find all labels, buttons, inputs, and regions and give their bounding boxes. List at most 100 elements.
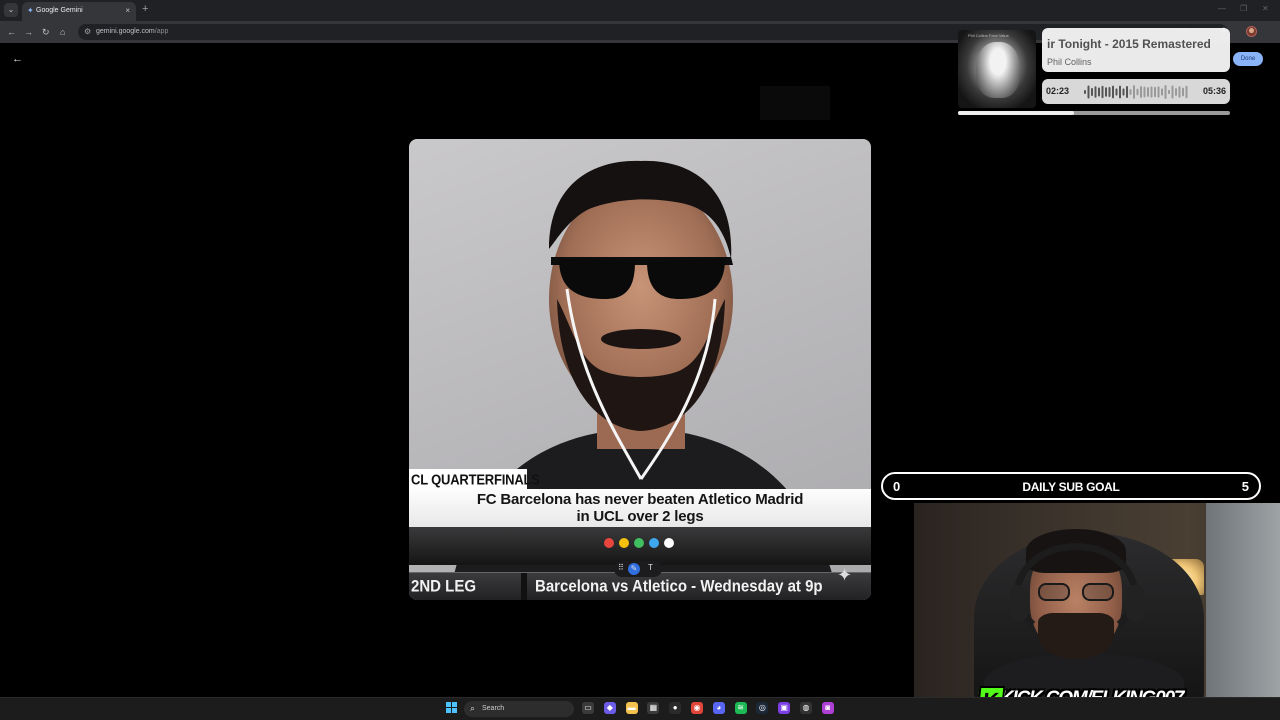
taskbar-chrome-icon[interactable]: ◉ xyxy=(691,702,703,714)
waveform-bar xyxy=(1098,87,1100,97)
waveform-bar xyxy=(1084,90,1086,94)
sparkle-icon: ✦ xyxy=(837,565,853,585)
taskbar-obs-icon[interactable]: ◍ xyxy=(800,702,812,714)
waveform-bar xyxy=(1115,88,1118,96)
waveform-bar xyxy=(1101,85,1104,99)
forward-icon[interactable]: → xyxy=(24,26,33,38)
taskbar-discord-icon[interactable]: ◕ xyxy=(712,702,725,714)
waveform-bar xyxy=(1136,88,1139,96)
reload-icon[interactable]: ↻ xyxy=(42,26,50,38)
gemini-icon: ✦ xyxy=(27,6,34,15)
url-path: /app xyxy=(154,28,169,35)
color-blue-swatch[interactable] xyxy=(649,538,659,548)
waveform-bar xyxy=(1108,87,1111,97)
annotation-tools: ⠿ ✎ T xyxy=(614,561,662,577)
taskbar-pin-app-icon[interactable]: ● xyxy=(669,702,682,714)
daily-sub-goal-bar: DAILY SUB GOAL 0 5 xyxy=(881,472,1261,500)
color-green-swatch[interactable] xyxy=(634,538,644,548)
taskbar-store-icon[interactable]: ▦ xyxy=(647,702,660,714)
color-white-swatch[interactable] xyxy=(664,538,674,548)
taskbar-spotify-icon[interactable]: ≋ xyxy=(734,702,747,714)
color-red-swatch[interactable] xyxy=(604,538,614,548)
minimize-icon[interactable]: — xyxy=(1218,4,1226,13)
elapsed-time: 02:23 xyxy=(1046,86,1070,96)
waveform-bar xyxy=(1140,85,1142,99)
waveform-bar xyxy=(1175,88,1177,96)
waveform-bar xyxy=(1178,86,1181,98)
waveform-bar xyxy=(1087,85,1090,99)
generated-image[interactable]: CL QUARTERFINALS FC Barcelona has never … xyxy=(409,139,871,600)
taskbar-file-explorer-icon[interactable]: ▬ xyxy=(625,702,638,714)
waveform-bar xyxy=(1119,85,1121,99)
waveform-bar xyxy=(1182,87,1184,97)
home-icon[interactable]: ⌂ xyxy=(60,26,65,38)
grip-icon[interactable]: ⠿ xyxy=(618,563,624,572)
pen-tool-icon[interactable]: ✎ xyxy=(628,563,640,575)
waveform-bar xyxy=(1133,85,1135,99)
dimmed-thumbnail xyxy=(760,86,830,120)
taskbar-app-magenta-icon[interactable]: ◙ xyxy=(821,702,834,714)
new-tab-button[interactable]: + xyxy=(142,3,148,15)
waveform-bar xyxy=(1154,86,1156,98)
album-caption: Phil Collins Face Value xyxy=(968,33,1009,38)
search-placeholder: Search xyxy=(482,705,505,712)
headline-text: FC Barcelona has never beaten Atletico M… xyxy=(409,491,871,525)
tab-strip: ⌄ ✦ Google Gemini × + — ❐ ✕ xyxy=(0,0,1280,21)
ticker-leg-label: 2ND LEG xyxy=(411,577,477,596)
waveform-bar xyxy=(1147,87,1149,97)
ticker-divider xyxy=(521,573,527,600)
taskbar-steam-icon[interactable]: ◎ xyxy=(756,702,769,714)
sub-goal-target: 5 xyxy=(1241,479,1249,494)
waveform-bar xyxy=(1094,86,1097,98)
taskbar-search[interactable]: ⌕ Search xyxy=(464,701,574,717)
webcam-window xyxy=(1206,503,1280,700)
url-text: gemini.google.com/app xyxy=(96,28,168,35)
headline-line-2: in UCL over 2 legs xyxy=(576,508,704,525)
start-button-icon[interactable] xyxy=(446,702,458,714)
waveform-bar xyxy=(1105,87,1107,97)
waveform-bar xyxy=(1185,85,1188,99)
start-tile-2 xyxy=(452,702,457,707)
color-yellow-swatch[interactable] xyxy=(619,538,629,548)
playback-progress: 02:23 05:36 xyxy=(1042,79,1230,104)
waveform-bar xyxy=(1129,89,1132,95)
waveform-icon xyxy=(1084,85,1188,99)
site-info-icon[interactable]: ⚙ xyxy=(84,27,91,36)
waveform-bar xyxy=(1091,87,1093,97)
track-info: ir Tonight - 2015 Remastered Phil Collin… xyxy=(1042,28,1230,72)
waveform-bar xyxy=(1161,88,1163,96)
headset-ear-left xyxy=(1010,585,1028,621)
taskbar-app-purple-icon[interactable]: ▣ xyxy=(778,702,791,714)
annotation-toolbar: ⠿ ✎ T xyxy=(592,533,688,579)
track-title: ir Tonight - 2015 Remastered xyxy=(1047,37,1211,51)
taskbar-copilot-icon[interactable]: ◆ xyxy=(603,702,616,714)
headset-ear-right xyxy=(1126,585,1144,621)
done-button[interactable]: Done xyxy=(1233,52,1263,66)
maximize-icon[interactable]: ❐ xyxy=(1240,4,1247,13)
waveform-bar xyxy=(1164,85,1167,99)
waveform-bar xyxy=(1168,89,1170,95)
taskbar-task-view-icon[interactable]: ▭ xyxy=(582,702,594,714)
close-window-icon[interactable]: ✕ xyxy=(1262,4,1269,13)
headline-line-1: FC Barcelona has never beaten Atletico M… xyxy=(476,491,804,508)
waveform-bar xyxy=(1157,86,1160,98)
sub-goal-current: 0 xyxy=(893,479,901,494)
close-tab-icon[interactable]: × xyxy=(125,6,130,15)
tab-search-icon[interactable]: ⌄ xyxy=(4,3,18,17)
track-artist: Phil Collins xyxy=(1047,57,1092,67)
waveform-bar xyxy=(1143,86,1146,98)
text-tool-icon[interactable]: T xyxy=(648,563,653,572)
total-time: 05:36 xyxy=(1202,86,1226,96)
tab-google-gemini[interactable]: ✦ Google Gemini × xyxy=(22,2,136,21)
ticker-match-text: Barcelona vs Atletico - Wednesday at 9p xyxy=(535,577,823,596)
lower-third-tag: CL QUARTERFINALS xyxy=(409,469,540,489)
start-tile-3 xyxy=(446,708,451,713)
seek-bar[interactable] xyxy=(958,111,1230,115)
viewer-back-icon[interactable]: ← xyxy=(12,53,23,65)
waveform-bar xyxy=(1171,85,1174,99)
now-playing-widget: Phil Collins Face Value ir Tonight - 201… xyxy=(954,26,1280,118)
back-icon[interactable]: ← xyxy=(7,26,16,38)
album-face xyxy=(976,42,1020,98)
lower-third-headline: FC Barcelona has never beaten Atletico M… xyxy=(409,489,871,527)
seek-bar-fill xyxy=(958,111,1074,115)
